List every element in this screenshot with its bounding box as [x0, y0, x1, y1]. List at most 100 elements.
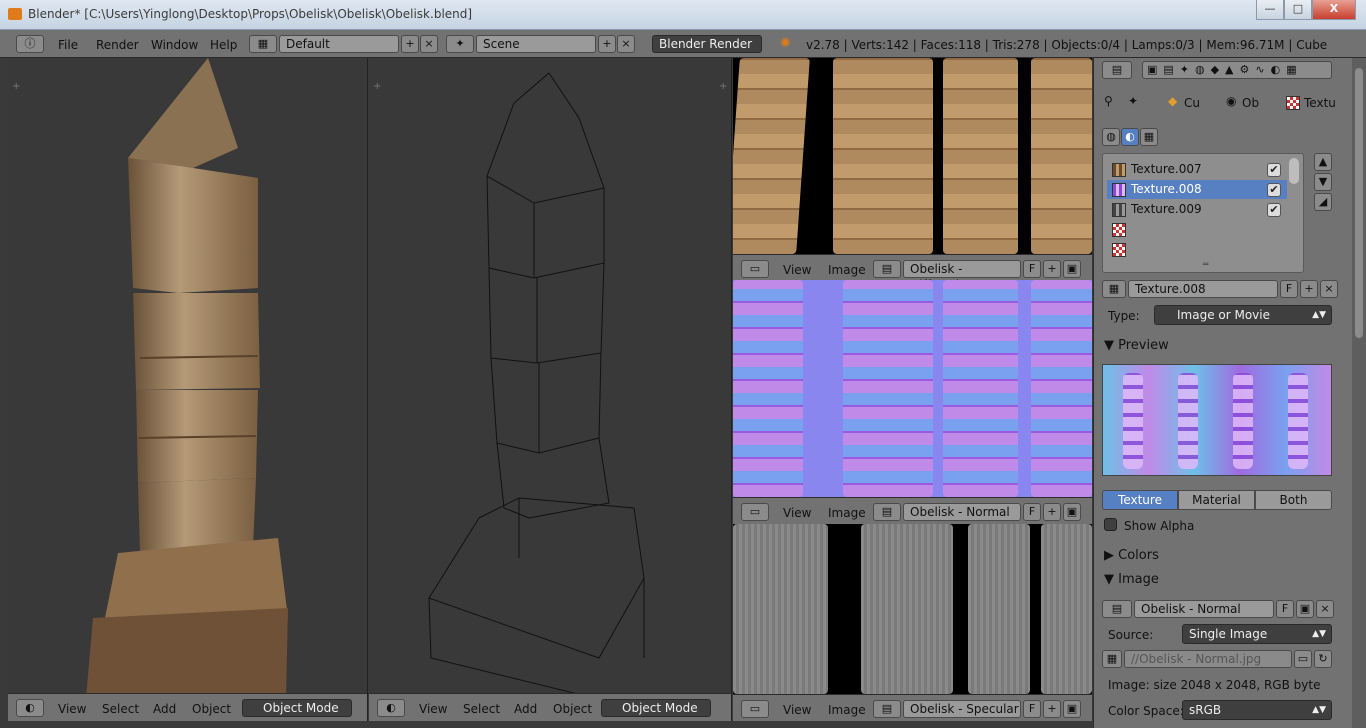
maximize-button[interactable]: □ [1284, 0, 1312, 20]
editor-type-image-icon[interactable]: ▭ [741, 700, 769, 718]
menu-select[interactable]: Select [463, 702, 500, 716]
texture-browse-icon[interactable]: ▦ [1102, 280, 1126, 298]
property-context-tabs[interactable]: ▣▤✦◍◆▲⚙∿◐▦ [1142, 61, 1332, 79]
other-texture-tab-icon[interactable]: ▦ [1140, 128, 1158, 146]
editor-type-image-icon[interactable]: ▭ [741, 260, 769, 278]
menu-image[interactable]: Image [828, 703, 866, 717]
add-scene-plus-icon[interactable]: + [598, 35, 616, 53]
image-browse-icon[interactable]: ▤ [1102, 600, 1132, 618]
slot-enabled-checkbox[interactable]: ✔ [1267, 183, 1281, 197]
colors-panel-header[interactable]: ▶ Colors [1104, 548, 1159, 563]
menu-help[interactable]: Help [210, 38, 237, 52]
list-scroll-thumb[interactable] [1289, 158, 1299, 184]
menu-view[interactable]: View [783, 263, 811, 277]
preview-tab-material[interactable]: Material [1178, 490, 1255, 510]
viewport-3d-textured[interactable]: + ◐ View Select Add Object Object Mode [8, 58, 368, 721]
unlink-image-x-icon[interactable]: × [1316, 600, 1334, 618]
browse-file-icon[interactable]: ▭ [1294, 650, 1312, 668]
move-slot-down-icon[interactable]: ▼ [1314, 173, 1332, 191]
render-engine-dropdown[interactable]: Blender Render [652, 35, 762, 53]
open-image-folder-icon[interactable]: ▣ [1063, 260, 1081, 278]
new-image-plus-icon[interactable]: + [1043, 260, 1061, 278]
viewport-3d-wireframe[interactable]: + + ◐ View Select Add Object Object Mode [369, 58, 732, 721]
editor-type-properties-icon[interactable]: ▤ [1102, 61, 1132, 79]
preview-tab-both[interactable]: Both [1255, 490, 1332, 510]
delete-scene-x-icon[interactable]: × [617, 35, 635, 53]
open-image-folder-icon[interactable]: ▣ [1063, 503, 1081, 521]
obelisk-textured-model[interactable] [8, 58, 368, 698]
image-browse-icon[interactable]: ▤ [873, 700, 901, 718]
image-name-field[interactable]: Obelisk - Normal [903, 503, 1021, 521]
screen-layout-field[interactable]: Default [279, 35, 399, 53]
preview-panel-header[interactable]: ▼ Preview [1104, 338, 1169, 353]
slot-enabled-checkbox[interactable]: ✔ [1267, 163, 1281, 177]
preview-tab-texture[interactable]: Texture [1102, 490, 1178, 510]
menu-image[interactable]: Image [828, 263, 866, 277]
list-resize-grip[interactable]: ═ [1203, 260, 1208, 270]
editor-type-3d-icon[interactable]: ◐ [377, 699, 405, 717]
texture-fake-user-button[interactable]: F [1280, 280, 1298, 298]
menu-object[interactable]: Object [553, 702, 592, 716]
menu-select[interactable]: Select [102, 702, 139, 716]
menu-add[interactable]: Add [153, 702, 176, 716]
open-image-icon[interactable]: ▣ [1296, 600, 1314, 618]
fake-user-button[interactable]: F [1023, 260, 1041, 278]
minimize-button[interactable]: — [1256, 0, 1284, 20]
texture-slot[interactable] [1107, 220, 1287, 239]
editor-type-3d-icon[interactable]: ◐ [16, 699, 44, 717]
world-texture-tab-icon[interactable]: ◍ [1102, 128, 1120, 146]
image-name-field[interactable]: Obelisk - Specular [903, 700, 1021, 718]
scene-field[interactable]: Scene [476, 35, 596, 53]
properties-scroll-thumb[interactable] [1355, 68, 1363, 338]
slot-specials-icon[interactable]: ◢ [1314, 193, 1332, 211]
pin-icon[interactable]: ⚲ [1104, 94, 1113, 108]
unlink-texture-x-icon[interactable]: × [1320, 280, 1338, 298]
editor-type-info-icon[interactable]: ⓘ [16, 35, 44, 53]
image-editor-diffuse[interactable] [733, 58, 1092, 254]
image-browse-icon[interactable]: ▤ [873, 260, 901, 278]
fake-user-button[interactable]: F [1023, 700, 1041, 718]
texture-name-field[interactable]: Texture.008 [1128, 280, 1278, 298]
image-panel-header[interactable]: ▼ Image [1104, 572, 1159, 587]
reload-image-icon[interactable]: ↻ [1314, 650, 1332, 668]
image-editor-specular[interactable] [733, 524, 1092, 694]
image-browse-icon[interactable]: ▤ [873, 503, 901, 521]
texture-slot[interactable] [1107, 240, 1287, 259]
texture-slot[interactable]: Texture.009 ✔ [1107, 200, 1287, 219]
menu-file[interactable]: File [58, 38, 78, 52]
screen-layout-icon[interactable]: ▦ [249, 35, 277, 53]
texture-slot[interactable]: Texture.007 ✔ [1107, 160, 1287, 179]
texture-slot[interactable]: Texture.008 ✔ [1107, 180, 1287, 199]
obelisk-wireframe-model[interactable] [369, 58, 732, 698]
object-mode-dropdown[interactable]: Object Mode [601, 699, 711, 717]
pack-image-icon[interactable]: ▦ [1102, 650, 1122, 668]
texture-type-dropdown[interactable]: Image or Movie ▲▼ [1154, 305, 1332, 325]
menu-render[interactable]: Render [96, 38, 139, 52]
move-slot-up-icon[interactable]: ▲ [1314, 153, 1332, 171]
menu-object[interactable]: Object [192, 702, 231, 716]
scene-icon[interactable]: ✦ [446, 35, 474, 53]
color-space-dropdown[interactable]: sRGB ▲▼ [1182, 700, 1332, 720]
texture-slot-list[interactable]: Texture.007 ✔ Texture.008 ✔ Texture.009 … [1102, 153, 1304, 273]
properties-scrollbar[interactable] [1352, 58, 1366, 728]
close-button[interactable]: X [1312, 0, 1356, 20]
delete-screen-x-icon[interactable]: × [420, 35, 438, 53]
image-filepath-field[interactable]: //Obelisk - Normal.jpg [1124, 650, 1292, 668]
show-alpha-checkbox[interactable] [1104, 518, 1117, 531]
image-editor-normal[interactable] [733, 280, 1092, 497]
new-image-plus-icon[interactable]: + [1043, 700, 1061, 718]
slot-enabled-checkbox[interactable]: ✔ [1267, 203, 1281, 217]
menu-view[interactable]: View [783, 506, 811, 520]
editor-type-image-icon[interactable]: ▭ [741, 503, 769, 521]
material-texture-tab-icon[interactable]: ◐ [1121, 128, 1139, 146]
new-image-plus-icon[interactable]: + [1043, 503, 1061, 521]
menu-view[interactable]: View [58, 702, 86, 716]
menu-view[interactable]: View [783, 703, 811, 717]
menu-image[interactable]: Image [828, 506, 866, 520]
new-texture-plus-icon[interactable]: + [1300, 280, 1318, 298]
add-screen-plus-icon[interactable]: + [401, 35, 419, 53]
menu-add[interactable]: Add [514, 702, 537, 716]
menu-view[interactable]: View [419, 702, 447, 716]
menu-window[interactable]: Window [151, 38, 198, 52]
open-image-folder-icon[interactable]: ▣ [1063, 700, 1081, 718]
